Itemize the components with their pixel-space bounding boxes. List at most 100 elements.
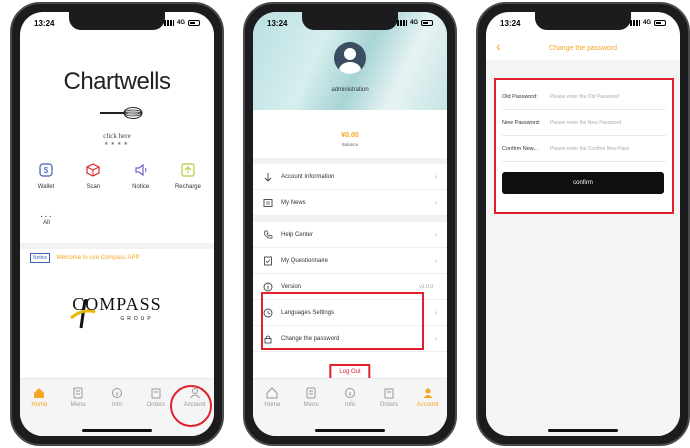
account-info-icon [264, 172, 272, 182]
phone-change-password: 13:24 4G ‹ Change the password Old Passw… [476, 2, 690, 446]
svg-text:$: $ [44, 166, 49, 175]
phone-account: 13:24 4G administration ¥0.00 Balance Ac… [243, 2, 457, 446]
notch [302, 12, 398, 30]
whisk-icon [100, 107, 143, 119]
old-password-input[interactable] [550, 93, 666, 100]
brand-logo-text: Chartwells [63, 68, 171, 95]
new-password-row: New Password: [502, 110, 666, 136]
tab-home[interactable]: Home [255, 387, 289, 436]
new-password-input[interactable] [550, 119, 666, 126]
home-screen: 13:24 4G Chartwells click here ★★★★ $ Wa… [20, 12, 214, 436]
row-label: Help Center [281, 231, 314, 238]
chevron-right-icon: › [434, 172, 437, 181]
home-icon [266, 387, 278, 399]
avatar[interactable] [334, 42, 366, 74]
new-password-label: New Password: [502, 119, 541, 126]
battery-icon [188, 20, 200, 26]
row-account-information[interactable]: Account Information › [253, 164, 447, 190]
section-divider [20, 243, 214, 249]
battery-icon [421, 20, 433, 26]
notch [535, 12, 631, 30]
row-my-questionnaire[interactable]: My Questionnaire › [253, 248, 447, 274]
notice-action[interactable]: Notice [121, 162, 161, 190]
signal-icon [163, 20, 174, 26]
notice-badge: Notice [30, 253, 51, 263]
status-time: 13:24 [500, 18, 521, 28]
confirm-password-label: Confirm New... [502, 145, 539, 152]
tab-bar: Home Menu Info Orders Account [253, 378, 447, 436]
recharge-label: Recharge [174, 184, 201, 190]
compass-group: GROUP [120, 316, 154, 322]
brand-tagline[interactable]: click here [20, 132, 214, 140]
home-indicator [82, 429, 152, 432]
menu-icon [306, 387, 316, 399]
chevron-right-icon: › [434, 256, 437, 265]
all-action[interactable]: ··· All [40, 212, 53, 227]
phone-icon [264, 230, 273, 239]
chevron-right-icon: › [434, 230, 437, 239]
questionnaire-icon [264, 256, 272, 265]
compass-logo: COMPASS GROUP [20, 294, 214, 322]
balance[interactable]: ¥0.00 Balance [253, 132, 447, 147]
tab-orders-label: Orders [146, 402, 165, 408]
orders-icon [151, 388, 161, 399]
tab-menu-label: Menu [70, 402, 86, 408]
old-password-label: Old Password: [502, 93, 538, 100]
settings-highlight-box [261, 292, 424, 350]
compass-wordmark: COMPASS [72, 294, 162, 314]
scan-icon [86, 163, 100, 177]
account-screen: 13:24 4G administration ¥0.00 Balance Ac… [253, 12, 447, 436]
status-time: 13:24 [34, 18, 55, 28]
network-label: 4G [176, 20, 185, 26]
row-label: My Questionnaire [281, 257, 329, 264]
change-password-screen: 13:24 4G ‹ Change the password Old Passw… [486, 12, 680, 436]
row-help-center[interactable]: Help Center › [253, 222, 447, 248]
row-label: My News [281, 199, 306, 206]
tab-info-label: Info [111, 402, 122, 408]
row-label: Version [281, 283, 302, 290]
brand-stars: ★★★★ [104, 141, 130, 147]
tab-account[interactable]: Account [411, 387, 445, 436]
chevron-right-icon: › [434, 334, 437, 343]
home-icon [34, 388, 45, 398]
signal-icon [396, 20, 407, 26]
tab-info-label: Info [344, 402, 355, 408]
balance-label: Balance [341, 142, 359, 147]
version-value: v1.0.0 [419, 283, 433, 290]
notice-label: Notice [132, 184, 150, 190]
signal-icon [629, 20, 640, 26]
home-indicator [315, 429, 385, 432]
orders-icon [384, 388, 394, 399]
info-icon [344, 388, 355, 398]
home-indicator [548, 429, 618, 432]
wallet-label: Wallet [37, 184, 55, 190]
wallet-action[interactable]: $ Wallet [26, 162, 66, 190]
confirm-password-row: Confirm New... [502, 136, 666, 162]
version-info-icon [263, 282, 273, 291]
account-tab-highlight [170, 385, 212, 427]
info-icon [111, 388, 122, 398]
speaker-icon [135, 163, 147, 177]
network-label: 4G [409, 20, 418, 26]
tab-orders-label: Orders [379, 402, 398, 408]
confirm-button[interactable]: confirm [502, 172, 664, 194]
battery-icon [654, 20, 666, 26]
row-my-news[interactable]: My News › [253, 190, 447, 216]
tab-home-label: Home [31, 402, 48, 408]
wallet-icon: $ [39, 163, 53, 177]
old-password-row: Old Password: [502, 84, 666, 110]
notice-text: Welcome to use Compass APP [56, 255, 140, 261]
profile-name: administration [331, 87, 369, 93]
notice-bar[interactable]: Notice Welcome to use Compass APP [30, 253, 208, 263]
tab-home-label: Home [264, 402, 281, 408]
scan-action[interactable]: Scan [73, 162, 113, 190]
status-time: 13:24 [267, 18, 288, 28]
tab-home[interactable]: Home [22, 387, 56, 436]
recharge-icon [181, 163, 195, 177]
page-title: Change the password [548, 44, 618, 52]
tab-account-label: Account [416, 402, 439, 408]
tab-menu-label: Menu [303, 402, 319, 408]
recharge-action[interactable]: Recharge [168, 162, 208, 190]
menu-icon [73, 387, 83, 399]
confirm-password-input[interactable] [550, 145, 666, 152]
